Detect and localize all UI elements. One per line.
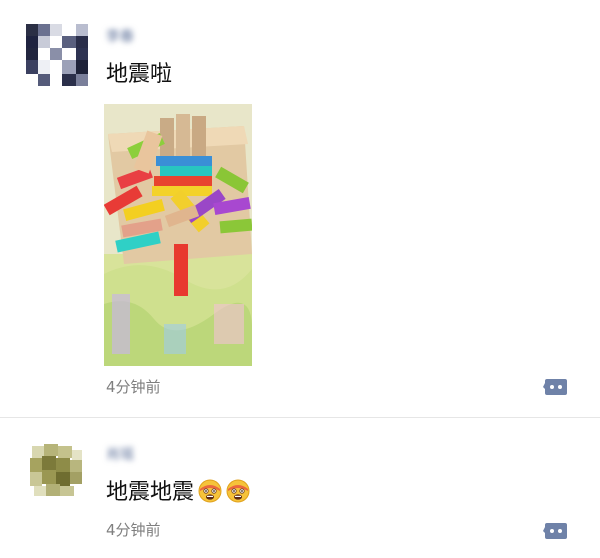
moments-feed: 李春 地震啦 4分钟前 肖瑶 地震地震 4分钟前 [0, 0, 600, 558]
username[interactable]: 肖瑶 [106, 444, 154, 466]
scared-face-emoji [226, 479, 250, 503]
timestamp: 4分钟前 [106, 521, 161, 539]
timestamp: 4分钟前 [106, 378, 161, 396]
scared-face-emoji [198, 479, 222, 503]
post-text: 地震啦 [106, 62, 173, 87]
username[interactable]: 李春 [106, 26, 156, 48]
avatar[interactable] [26, 24, 88, 86]
post-text: 地震地震 [106, 478, 250, 508]
avatar[interactable] [24, 440, 86, 502]
comment-icon[interactable] [543, 377, 569, 397]
moment-post: 李春 地震啦 4分钟前 [0, 0, 600, 418]
comment-icon[interactable] [543, 521, 569, 541]
toy-blocks-photo[interactable] [104, 104, 252, 366]
moment-post: 肖瑶 地震地震 4分钟前 [0, 420, 600, 558]
post-text-value: 地震地震 [106, 480, 195, 505]
